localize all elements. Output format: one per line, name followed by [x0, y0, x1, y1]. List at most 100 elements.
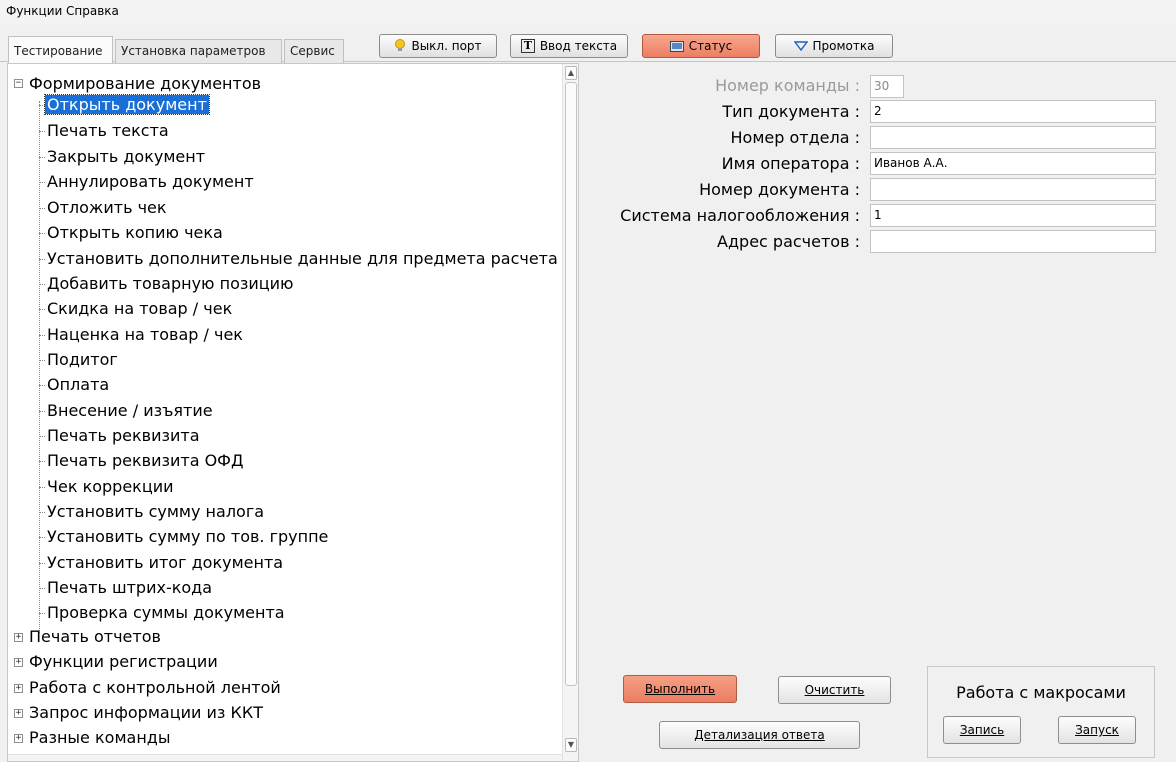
- document-type-label: Тип документа :: [722, 102, 860, 121]
- tree-item[interactable]: Добавить товарную позицию: [39, 272, 296, 296]
- feed-label: Промотка: [812, 39, 875, 53]
- tree-group-misc[interactable]: Разные команды: [29, 726, 170, 750]
- department-number-label: Номер отдела :: [730, 128, 861, 147]
- tree-item-label: Установить итог документа: [47, 553, 284, 572]
- response-details-label: Детализация ответа: [694, 728, 825, 742]
- tree-item[interactable]: Подитог: [39, 348, 120, 372]
- tree-item-label: Чек коррекции: [47, 477, 174, 496]
- expand-icon[interactable]: +: [14, 658, 23, 667]
- port-off-button[interactable]: Выкл. порт: [379, 34, 497, 58]
- tree-item-label: Открыть документ: [44, 94, 210, 115]
- tree-item[interactable]: Чек коррекции: [39, 475, 176, 499]
- monitor-icon: [669, 40, 684, 52]
- tree-horizontal-scrollbar[interactable]: [8, 754, 562, 761]
- tree-item-label: Печать реквизита ОФД: [47, 451, 244, 470]
- tree-item[interactable]: Установить сумму налога: [39, 500, 266, 524]
- menu-functions[interactable]: Функции: [6, 4, 62, 18]
- document-number-field[interactable]: [870, 178, 1156, 201]
- tree-item[interactable]: Установить сумму по тов. группе: [39, 525, 330, 549]
- document-number-label: Номер документа :: [699, 180, 860, 199]
- tree-item-label: Печать текста: [47, 121, 169, 140]
- bulb-icon: [395, 39, 406, 51]
- execute-label: Выполнить: [644, 682, 716, 696]
- status-button[interactable]: Статус: [642, 34, 760, 58]
- macro-run-label: Запуск: [1075, 723, 1119, 737]
- settlement-address-field[interactable]: [870, 230, 1156, 253]
- expand-icon[interactable]: +: [14, 734, 23, 743]
- tree-item[interactable]: Внесение / изъятие: [39, 399, 215, 423]
- collapse-icon[interactable]: −: [14, 79, 23, 88]
- tree-item-label: Аннулировать документ: [47, 172, 254, 191]
- tree-item-label: Оплата: [47, 375, 110, 394]
- tree-item-open-document[interactable]: Открыть документ: [39, 93, 210, 117]
- clear-label: Очистить: [804, 683, 865, 697]
- operator-name-label: Имя оператора :: [721, 154, 860, 173]
- command-tree[interactable]: − Формирование документов Открыть докуме…: [7, 63, 579, 762]
- execute-button[interactable]: Выполнить: [623, 675, 737, 703]
- tree-item-label: Добавить товарную позицию: [47, 274, 294, 293]
- tree-item-label: Скидка на товар / чек: [47, 299, 233, 318]
- tree-group-registration[interactable]: Функции регистрации: [29, 650, 218, 674]
- tree-group-control-tape[interactable]: Работа с контрольной лентой: [29, 676, 281, 700]
- tree-item[interactable]: Проверка суммы документа: [39, 601, 287, 625]
- tree-item[interactable]: Печать штрих-кода: [39, 576, 214, 600]
- port-off-label: Выкл. порт: [411, 39, 482, 53]
- tree-item[interactable]: Печать реквизита: [39, 424, 202, 448]
- text-box-icon: T: [520, 39, 535, 53]
- tree-item[interactable]: Печать реквизита ОФД: [39, 449, 245, 473]
- expand-icon[interactable]: +: [14, 684, 23, 693]
- document-type-field[interactable]: 2: [870, 100, 1156, 123]
- tax-system-label: Система налогообложения :: [620, 206, 860, 225]
- tree-item-label: Установить дополнительные данные для пре…: [47, 249, 558, 268]
- menu-bar: Функции Справка: [0, 0, 1176, 24]
- department-number-field[interactable]: [870, 126, 1156, 149]
- tree-item[interactable]: Аннулировать документ: [39, 170, 256, 194]
- text-input-label: Ввод текста: [539, 39, 618, 53]
- tree-item[interactable]: Печать текста: [39, 119, 171, 143]
- tree-item-label: Печать штрих-кода: [47, 578, 213, 597]
- status-label: Статус: [688, 39, 733, 53]
- tree-item-label: Отложить чек: [47, 198, 167, 217]
- command-number-field[interactable]: 30: [870, 75, 904, 98]
- tree-item-label: Установить сумму по тов. группе: [47, 527, 329, 546]
- tree-item-label: Наценка на товар / чек: [47, 325, 243, 344]
- macros-panel: Работа с макросами Запись Запуск: [927, 666, 1155, 758]
- chevron-down-icon: [793, 41, 808, 51]
- settlement-address-label: Адрес расчетов :: [717, 232, 860, 251]
- tree-group-kkt-info[interactable]: Запрос информации из ККТ: [29, 701, 263, 725]
- tab-parameters[interactable]: Установка параметров: [115, 39, 282, 63]
- macro-run-button[interactable]: Запуск: [1058, 716, 1136, 744]
- tree-item[interactable]: Наценка на товар / чек: [39, 323, 245, 347]
- tree-item[interactable]: Скидка на товар / чек: [39, 297, 234, 321]
- tab-service[interactable]: Сервис: [284, 39, 344, 63]
- expand-icon[interactable]: +: [14, 709, 23, 718]
- command-number-label: Номер команды :: [715, 76, 860, 95]
- tree-item-label: Подитог: [47, 350, 118, 369]
- tree-item[interactable]: Установить итог документа: [39, 551, 285, 575]
- scroll-down-icon[interactable]: ▼: [565, 738, 577, 752]
- text-input-button[interactable]: T Ввод текста: [510, 34, 628, 58]
- expand-icon[interactable]: +: [14, 633, 23, 642]
- menu-help[interactable]: Справка: [66, 4, 119, 18]
- tree-item-label: Внесение / изъятие: [47, 401, 213, 420]
- tree-item[interactable]: Установить дополнительные данные для пре…: [39, 247, 560, 271]
- tree-item-label: Печать реквизита: [47, 426, 200, 445]
- response-details-button[interactable]: Детализация ответа: [659, 721, 860, 749]
- tax-system-field[interactable]: 1: [870, 204, 1156, 227]
- macros-title: Работа с макросами: [956, 683, 1126, 702]
- tree-item-label: Проверка суммы документа: [47, 603, 285, 622]
- tree-item-label: Закрыть документ: [47, 147, 206, 166]
- tree-item[interactable]: Оплата: [39, 373, 111, 397]
- tree-item[interactable]: Отложить чек: [39, 196, 169, 220]
- tab-testing[interactable]: Тестирование: [8, 36, 113, 63]
- tree-item[interactable]: Закрыть документ: [39, 145, 207, 169]
- tree-item[interactable]: Открыть копию чека: [39, 221, 225, 245]
- tree-connector: [39, 101, 40, 633]
- feed-button[interactable]: Промотка: [775, 34, 893, 58]
- operator-name-field[interactable]: Иванов А.А.: [870, 152, 1156, 175]
- clear-button[interactable]: Очистить: [778, 676, 891, 704]
- macro-record-label: Запись: [959, 723, 1005, 737]
- tree-item-label: Открыть копию чека: [47, 223, 223, 242]
- macro-record-button[interactable]: Запись: [943, 716, 1021, 744]
- tree-group-reports[interactable]: Печать отчетов: [29, 625, 161, 649]
